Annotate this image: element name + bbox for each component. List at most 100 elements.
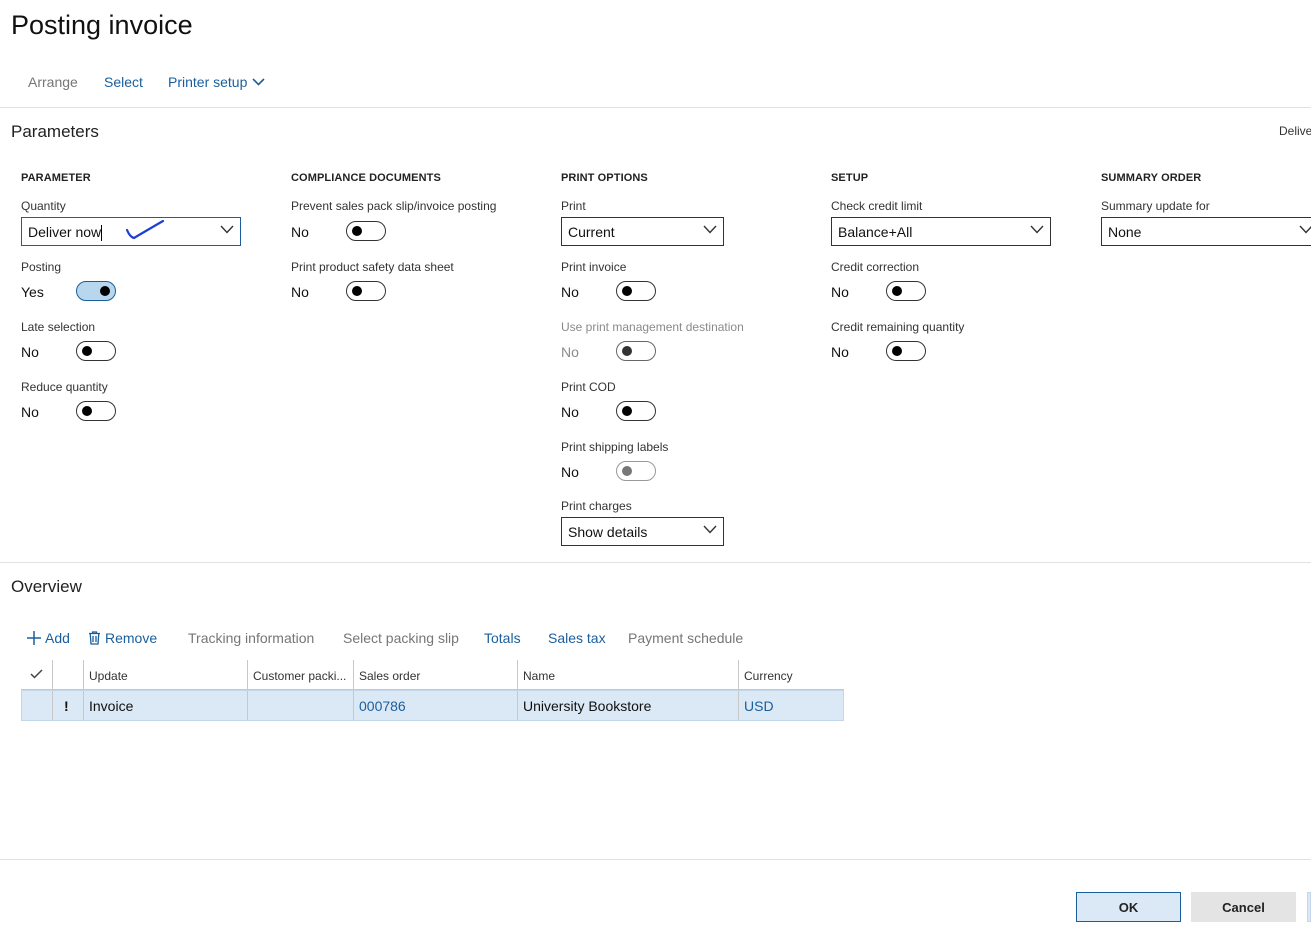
check-credit-limit-value: Balance+All bbox=[838, 224, 913, 240]
print-shipping-labels-value: No bbox=[561, 464, 579, 480]
remove-label: Remove bbox=[105, 630, 158, 646]
row-select-cell[interactable] bbox=[22, 691, 53, 720]
print-dropdown[interactable]: Current bbox=[561, 217, 724, 246]
late-selection-label: Late selection bbox=[21, 320, 96, 334]
select-all-column-header[interactable] bbox=[21, 660, 52, 689]
text-cursor bbox=[101, 225, 103, 242]
table-row[interactable]: ! Invoice 000786 University Bookstore US… bbox=[21, 690, 844, 721]
summary-update-label: Summary update for bbox=[1101, 199, 1210, 213]
toggle-knob bbox=[892, 346, 902, 356]
chevron-down-icon bbox=[1030, 225, 1044, 234]
compliance-group-header: COMPLIANCE DOCUMENTS bbox=[291, 172, 441, 184]
print-invoice-toggle[interactable] bbox=[616, 281, 656, 301]
name-cell[interactable]: University Bookstore bbox=[517, 691, 738, 720]
summary-update-dropdown[interactable]: None bbox=[1101, 217, 1311, 246]
sales-order-column-label: Sales order bbox=[359, 669, 421, 683]
add-label: Add bbox=[45, 630, 70, 646]
print-cod-toggle[interactable] bbox=[616, 401, 656, 421]
add-button[interactable]: Add bbox=[27, 630, 70, 646]
overview-section-title[interactable]: Overview bbox=[11, 577, 82, 597]
update-column-header[interactable]: Update bbox=[83, 660, 247, 689]
printer-setup-label: Printer setup bbox=[168, 74, 248, 90]
reduce-quantity-value: No bbox=[21, 404, 39, 420]
tracking-information-button[interactable]: Tracking information bbox=[188, 630, 314, 646]
use-print-management-toggle[interactable] bbox=[616, 341, 656, 361]
sales-order-cell[interactable]: 000786 bbox=[353, 691, 517, 720]
print-options-group-header: PRINT OPTIONS bbox=[561, 172, 648, 184]
divider bbox=[0, 859, 1311, 860]
late-selection-toggle[interactable] bbox=[76, 341, 116, 361]
row-flag-cell: ! bbox=[52, 691, 83, 720]
parameters-section-title[interactable]: Parameters bbox=[11, 122, 99, 142]
quantity-value: Deliver now bbox=[28, 224, 103, 242]
safety-data-sheet-label: Print product safety data sheet bbox=[291, 260, 454, 274]
name-column-label: Name bbox=[523, 669, 556, 683]
credit-remaining-quantity-label: Credit remaining quantity bbox=[831, 320, 965, 334]
summary-update-value: None bbox=[1108, 224, 1142, 240]
toggle-knob bbox=[892, 286, 902, 296]
setup-group-header: SETUP bbox=[831, 172, 869, 184]
safety-data-sheet-toggle[interactable] bbox=[346, 281, 386, 301]
divider bbox=[0, 562, 1311, 563]
offscreen-button[interactable] bbox=[1307, 892, 1311, 922]
toggle-knob bbox=[622, 406, 632, 416]
posting-toggle[interactable] bbox=[76, 281, 116, 301]
name-column-header[interactable]: Name bbox=[517, 660, 738, 689]
select-packing-slip-button[interactable]: Select packing slip bbox=[343, 630, 459, 646]
print-shipping-labels-toggle[interactable] bbox=[616, 461, 656, 481]
remove-button[interactable]: Remove bbox=[88, 630, 157, 646]
print-invoice-value: No bbox=[561, 284, 579, 300]
posting-label: Posting bbox=[21, 260, 62, 274]
chevron-down-icon bbox=[220, 225, 234, 234]
print-charges-dropdown[interactable]: Show details bbox=[561, 517, 724, 546]
sales-order-link[interactable]: 000786 bbox=[359, 698, 406, 714]
grid-header: Update Customer packi... Sales order Nam… bbox=[21, 660, 844, 690]
print-charges-value: Show details bbox=[568, 524, 648, 540]
cancel-button[interactable]: Cancel bbox=[1191, 892, 1296, 922]
print-invoice-label: Print invoice bbox=[561, 260, 627, 274]
summary-order-group-header: SUMMARY ORDER bbox=[1101, 172, 1202, 184]
credit-remaining-quantity-value: No bbox=[831, 344, 849, 360]
currency-cell[interactable]: USD bbox=[738, 691, 843, 720]
name-cell-value: University Bookstore bbox=[523, 698, 652, 714]
update-cell[interactable]: Invoice bbox=[83, 691, 247, 720]
toggle-knob bbox=[82, 406, 92, 416]
prevent-posting-label: Prevent sales pack slip/invoice posting bbox=[291, 199, 497, 213]
toggle-knob bbox=[100, 286, 110, 296]
late-selection-value: No bbox=[21, 344, 39, 360]
divider bbox=[0, 107, 1311, 108]
use-print-management-value: No bbox=[561, 344, 579, 360]
update-cell-value: Invoice bbox=[89, 698, 134, 714]
page-title: Posting invoice bbox=[11, 10, 193, 40]
use-print-management-label: Use print management destination bbox=[561, 320, 744, 334]
credit-correction-toggle[interactable] bbox=[886, 281, 926, 301]
payment-schedule-button[interactable]: Payment schedule bbox=[628, 630, 743, 646]
reduce-quantity-label: Reduce quantity bbox=[21, 380, 108, 394]
chevron-down-icon bbox=[252, 78, 265, 86]
checkmark-annotation-icon bbox=[125, 219, 165, 240]
printer-setup-button[interactable]: Printer setup bbox=[168, 74, 265, 90]
safety-data-sheet-value: No bbox=[291, 284, 309, 300]
print-cod-label: Print COD bbox=[561, 380, 616, 394]
currency-link[interactable]: USD bbox=[744, 698, 774, 714]
ok-button[interactable]: OK bbox=[1076, 892, 1181, 922]
reduce-quantity-toggle[interactable] bbox=[76, 401, 116, 421]
print-charges-label: Print charges bbox=[561, 499, 632, 513]
arrange-button[interactable]: Arrange bbox=[28, 74, 78, 90]
customer-packing-cell[interactable] bbox=[247, 691, 353, 720]
customer-packing-column-header[interactable]: Customer packi... bbox=[247, 660, 353, 689]
prevent-posting-toggle[interactable] bbox=[346, 221, 386, 241]
checkmark-icon bbox=[30, 669, 43, 679]
credit-correction-label: Credit correction bbox=[831, 260, 920, 274]
totals-button[interactable]: Totals bbox=[484, 630, 521, 646]
sales-order-column-header[interactable]: Sales order bbox=[353, 660, 517, 689]
select-button[interactable]: Select bbox=[104, 74, 143, 90]
toggle-knob bbox=[622, 346, 632, 356]
check-credit-limit-dropdown[interactable]: Balance+All bbox=[831, 217, 1051, 246]
currency-column-header[interactable]: Currency bbox=[738, 660, 844, 689]
parameters-summary-text: Delive bbox=[1279, 124, 1311, 138]
quantity-value-text: Deliver now bbox=[28, 224, 102, 240]
credit-remaining-quantity-toggle[interactable] bbox=[886, 341, 926, 361]
chevron-down-icon bbox=[703, 225, 717, 234]
sales-tax-button[interactable]: Sales tax bbox=[548, 630, 606, 646]
